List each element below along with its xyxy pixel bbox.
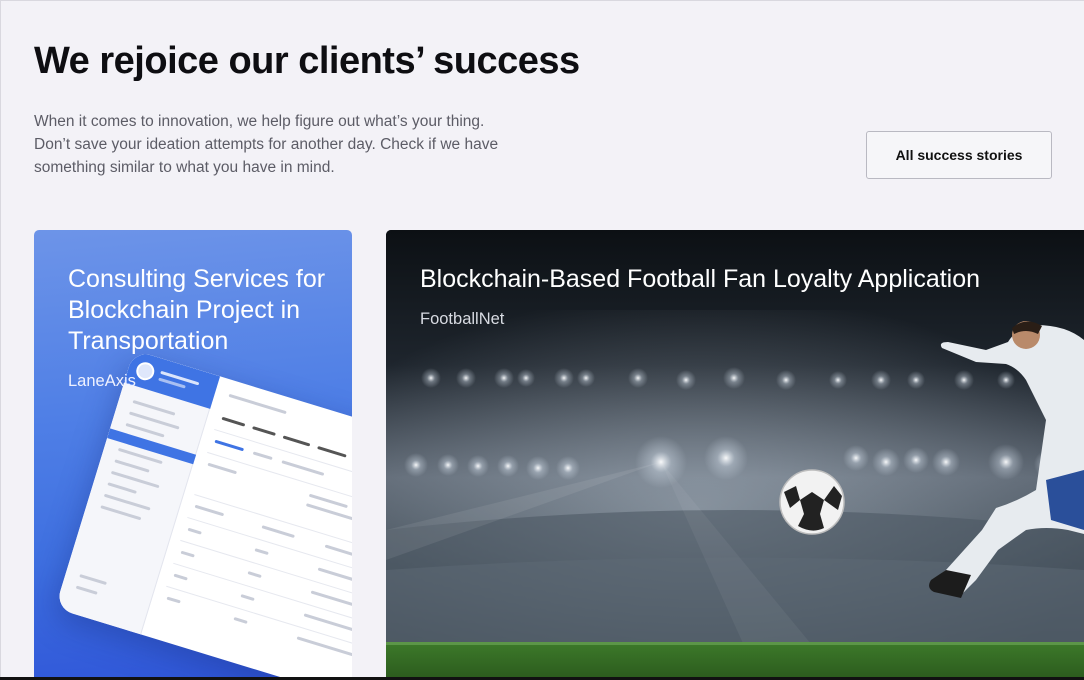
intro-text: When it comes to innovation, we help fig…: [34, 110, 514, 179]
page-title: We rejoice our clients’ success: [34, 40, 580, 82]
card-title: Consulting Services for Blockchain Proje…: [68, 265, 326, 355]
card-title: Blockchain-Based Football Fan Loyalty Ap…: [420, 265, 981, 293]
all-success-stories-button[interactable]: All success stories: [866, 131, 1052, 179]
case-study-card-laneaxis[interactable]: Consulting Services for Blockchain Proje…: [34, 230, 352, 680]
case-study-card-footballnet[interactable]: Blockchain-Based Football Fan Loyalty Ap…: [386, 230, 1084, 680]
card-client: LaneAxis: [68, 372, 136, 390]
intro-line: When it comes to innovation, we help fig…: [34, 113, 485, 130]
intro-line: Don’t save your ideation attempts for an…: [34, 136, 499, 153]
tablet-dashboard-image: [55, 350, 352, 680]
intro-line: something similar to what you have in mi…: [34, 159, 335, 176]
stadium-photo: [386, 230, 1084, 680]
card-client: FootballNet: [420, 310, 505, 328]
